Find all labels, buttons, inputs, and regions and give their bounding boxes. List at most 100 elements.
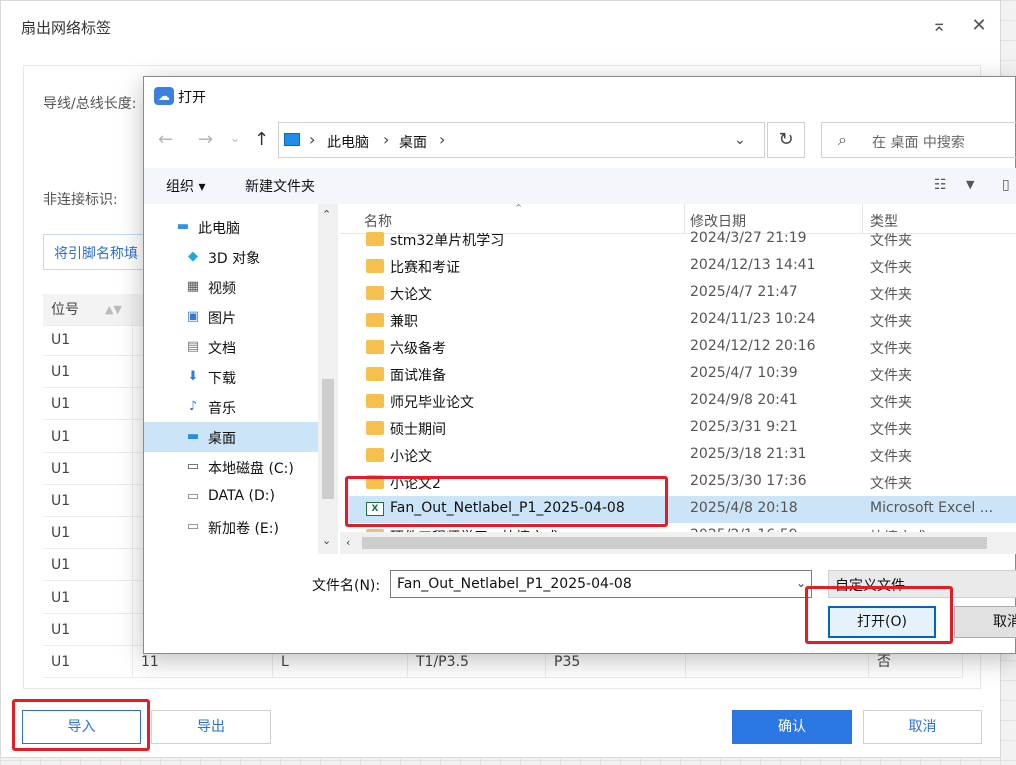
preview-pane-icon[interactable]: ▯ — [1002, 177, 1010, 193]
open-file-dialog: ☁ 打开 ← → ⌄ ↑ › 此电脑 › 桌面 › ⌄ ↻ ⌕ 在 桌面 中搜索… — [143, 76, 1016, 654]
file-date: 2025/3/30 17:36 — [690, 473, 807, 489]
forward-arrow-icon[interactable]: → — [198, 129, 213, 150]
document-icon: ▤ — [186, 339, 200, 354]
new-folder-button[interactable]: 新建文件夹 — [245, 176, 315, 196]
designator-cell: U1 — [43, 452, 133, 485]
nav-item[interactable]: ▭ 新加卷 (E:) — [144, 512, 318, 542]
sort-ascending-icon: ⌃ — [514, 204, 524, 215]
nav-item-label: 本地磁盘 (C:) — [208, 461, 294, 477]
scroll-up-icon[interactable]: ⌃ — [322, 208, 331, 221]
confirm-button[interactable]: 确认 — [732, 710, 852, 744]
file-type: 文件夹 — [870, 422, 912, 438]
horizontal-scroll-thumb[interactable] — [362, 537, 987, 549]
folder-icon — [366, 421, 384, 435]
nav-item[interactable]: ◆ 3D 对象 — [144, 242, 318, 272]
filename-input[interactable] — [390, 570, 812, 598]
file-row[interactable]: 小论文 2025/3/18 21:31 文件夹 — [346, 442, 1016, 469]
nav-item[interactable]: ⬇ 下载 — [144, 362, 318, 392]
file-dialog-title: 打开 — [178, 90, 206, 106]
file-name: 小论文 — [390, 449, 432, 465]
refresh-icon[interactable]: ↻ — [767, 122, 805, 158]
file-row[interactable]: stm32单片机学习 2024/3/27 21:19 文件夹 — [346, 226, 1016, 253]
designator-cell: U1 — [43, 485, 133, 517]
cancel-button[interactable]: 取消 — [863, 710, 982, 744]
sort-icon[interactable]: ▲▼ — [105, 294, 122, 326]
file-date: 2025/4/8 20:18 — [690, 500, 798, 516]
file-row[interactable]: 兼职 2024/11/23 10:24 文件夹 — [346, 307, 1016, 334]
folder-icon — [366, 340, 384, 354]
designator-header[interactable]: 位号 ▲▼ — [43, 294, 133, 326]
designator-cell: U1 — [43, 324, 133, 356]
nav-item[interactable]: ▬ 桌面 — [144, 422, 318, 452]
file-name: 硕士期间 — [390, 422, 446, 438]
search-box[interactable]: ⌕ 在 桌面 中搜索 — [821, 122, 1016, 158]
chevron-right-icon[interactable]: › — [309, 130, 315, 149]
file-row[interactable]: 硕士期间 2025/3/31 9:21 文件夹 — [346, 415, 1016, 442]
scroll-left-icon[interactable]: ‹ — [346, 536, 350, 549]
file-row[interactable]: 比赛和考证 2024/12/13 14:41 文件夹 — [346, 253, 1016, 280]
file-date: 2025/4/7 21:47 — [690, 284, 798, 300]
horizontal-scrollbar[interactable]: ‹ — [340, 532, 1016, 554]
file-name: 师兄毕业论文 — [390, 395, 474, 411]
nav-item[interactable]: ▬ 此电脑 — [144, 212, 318, 242]
close-icon[interactable]: ✕ — [966, 13, 992, 39]
back-arrow-icon[interactable]: ← — [158, 129, 173, 150]
address-bar[interactable]: › 此电脑 › 桌面 › — [278, 122, 765, 158]
app-cloud-icon: ☁ — [154, 87, 174, 105]
file-date: 2024/12/13 14:41 — [690, 257, 816, 273]
computer-icon: ▬ — [176, 219, 190, 234]
nav-scroll-thumb[interactable] — [322, 379, 334, 499]
up-arrow-icon[interactable]: ↑ — [254, 129, 269, 150]
nav-item-label: 图片 — [208, 311, 236, 327]
file-type: 文件夹 — [870, 449, 912, 465]
collapse-icon[interactable]: ⌅ — [926, 13, 952, 39]
nav-item[interactable]: ▤ 文档 — [144, 332, 318, 362]
file-name: 六级备考 — [390, 341, 446, 357]
file-row[interactable]: 师兄毕业论文 2024/9/8 20:41 文件夹 — [346, 388, 1016, 415]
file-date: 2025/3/18 21:31 — [690, 446, 807, 462]
file-cancel-button[interactable]: 取消 — [954, 606, 1016, 638]
scroll-down-icon[interactable]: ⌄ — [322, 534, 331, 547]
view-options-icon[interactable]: ☷ — [934, 177, 947, 193]
nav-item[interactable]: ♪ 音乐 — [144, 392, 318, 422]
folder-icon — [366, 232, 384, 246]
nav-item[interactable]: ▣ 图片 — [144, 302, 318, 332]
breadcrumb-pc[interactable]: 此电脑 — [327, 132, 369, 152]
file-row[interactable]: 六级备考 2024/12/12 20:16 文件夹 — [346, 334, 1016, 361]
designator-header-label: 位号 — [51, 302, 79, 318]
breadcrumb-desktop[interactable]: 桌面 — [399, 132, 427, 152]
nav-item[interactable]: ▦ 视频 — [144, 272, 318, 302]
nav-item-label: DATA (D:) — [208, 488, 275, 504]
file-type: 文件夹 — [870, 395, 912, 411]
computer-icon — [284, 133, 300, 146]
dialog-title: 扇出网络标签 — [21, 19, 112, 37]
designator-cell: U1 — [43, 646, 133, 678]
folder-icon — [366, 448, 384, 462]
file-row[interactable]: 大论文 2025/4/7 21:47 文件夹 — [346, 280, 1016, 307]
file-row[interactable]: 面试准备 2025/4/7 10:39 文件夹 — [346, 361, 1016, 388]
nav-item-label: 此电脑 — [198, 221, 240, 237]
nav-item-label: 视频 — [208, 281, 236, 297]
folder-icon — [366, 394, 384, 408]
chevron-down-icon[interactable]: ⌄ — [734, 132, 746, 148]
search-icon: ⌕ — [838, 130, 847, 149]
export-button[interactable]: 导出 — [151, 710, 271, 744]
organize-menu[interactable]: 组织 ▾ — [166, 176, 205, 196]
designator-cell: U1 — [43, 613, 133, 646]
recent-dropdown-icon[interactable]: ⌄ — [230, 131, 240, 145]
file-date: 2024/11/23 10:24 — [690, 311, 816, 327]
file-name: 比赛和考证 — [390, 260, 460, 276]
nc-flag-label: 非连接标识: — [43, 192, 118, 208]
download-arrow-icon: ⬇ — [187, 369, 199, 384]
file-type: 文件夹 — [870, 368, 912, 384]
film-icon: ▦ — [186, 279, 200, 294]
chevron-right-icon[interactable]: › — [383, 130, 389, 149]
designator-cell: U1 — [43, 517, 133, 550]
chevron-right-icon[interactable]: › — [439, 130, 445, 149]
nav-item[interactable]: ▭ DATA (D:) — [144, 482, 318, 512]
file-name: stm32单片机学习 — [390, 233, 505, 249]
nav-item[interactable]: ▭ 本地磁盘 (C:) — [144, 452, 318, 482]
nav-item-label: 下载 — [208, 371, 236, 387]
nav-scrollbar[interactable]: ⌃ ⌄ — [318, 204, 338, 554]
chevron-down-icon[interactable]: ▼ — [966, 178, 974, 191]
